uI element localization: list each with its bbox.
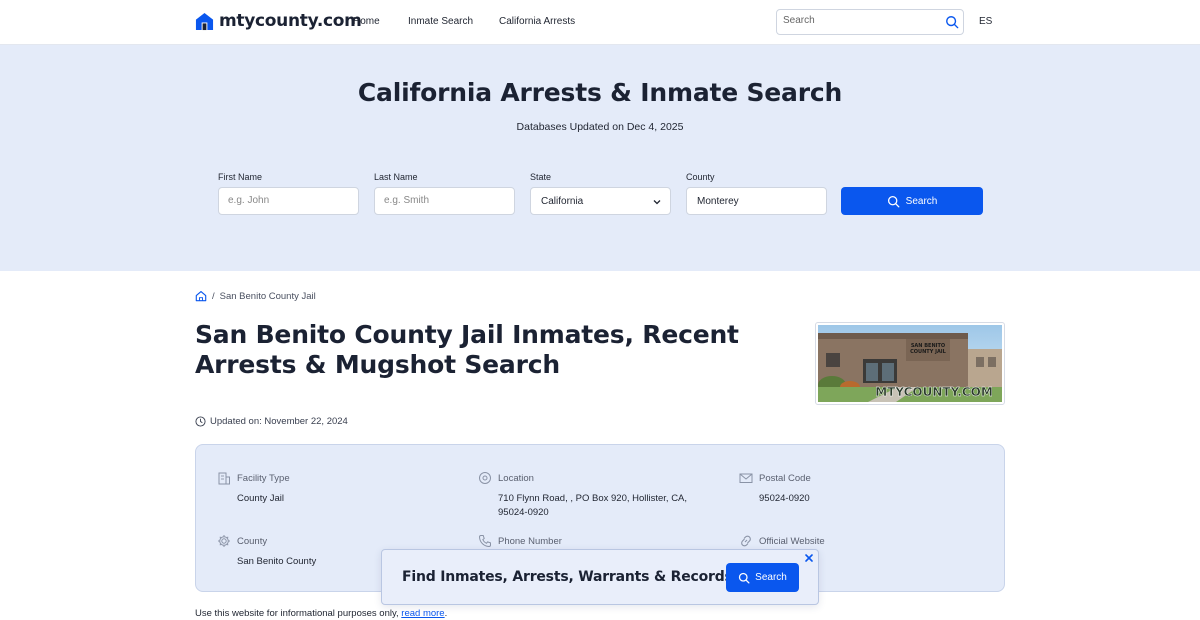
last-name-label: Last Name — [374, 172, 418, 182]
nav-home-link[interactable]: Home — [353, 16, 380, 27]
state-value: California — [541, 196, 584, 207]
disclaimer-end: . — [444, 608, 448, 619]
info-facility-type: Facility Type County Jail — [217, 471, 457, 511]
website-label: Official Website — [759, 536, 825, 547]
search-hero: California Arrests & Inmate Search Datab… — [0, 45, 1200, 271]
search-icon[interactable] — [945, 15, 959, 29]
map-pin-icon — [479, 472, 491, 484]
svg-text:COUNTY JAIL: COUNTY JAIL — [910, 349, 947, 355]
first-name-field — [218, 187, 359, 215]
photo-watermark: MTYCOUNTY.COM — [875, 385, 993, 399]
logo-text: mtycounty.com — [219, 11, 362, 31]
location-label: Location — [498, 473, 534, 484]
home-icon[interactable] — [195, 290, 207, 302]
jail-photo: SAN BENITO COUNTY JAIL MTYCOUNTY.COM — [815, 322, 1005, 405]
postal-code-value: 95024-0920 — [759, 493, 810, 504]
search-icon — [887, 195, 900, 207]
disclaimer: Use this website for informational purpo… — [195, 608, 447, 619]
chevron-down-icon — [653, 200, 661, 205]
first-name-label: First Name — [218, 172, 263, 182]
hero-title: California Arrests & Inmate Search — [357, 78, 843, 107]
gear-icon — [218, 535, 230, 547]
language-switch[interactable]: ES — [979, 16, 992, 27]
last-name-input[interactable] — [384, 195, 504, 206]
facility-type-value: County Jail — [237, 493, 284, 504]
link-icon — [741, 535, 751, 547]
county-info-value: San Benito County — [237, 556, 317, 567]
header-search-box — [776, 9, 964, 35]
postal-code-label: Postal Code — [759, 473, 811, 484]
search-promo-banner: Find Inmates, Arrests, Warrants & Record… — [381, 549, 819, 605]
info-location: Location 710 Flynn Road, , PO Box 920, H… — [478, 471, 718, 527]
page-title: San Benito County Jail Inmates, Recent A… — [195, 320, 739, 379]
updated-date: Updated on: November 22, 2024 — [195, 416, 348, 427]
envelope-icon — [739, 473, 753, 483]
banner-search-label: Search — [755, 572, 787, 583]
first-name-input[interactable] — [228, 195, 348, 206]
building-icon — [218, 472, 230, 485]
state-label: State — [530, 172, 552, 182]
site-logo[interactable]: mtycounty.com — [195, 11, 362, 31]
location-value: 710 Flynn Road, , PO Box 920, Hollister,… — [498, 493, 688, 518]
county-value: Monterey — [697, 196, 739, 207]
breadcrumb: / San Benito County Jail — [195, 290, 316, 302]
header-search-input[interactable] — [783, 15, 933, 26]
county-info-label: County — [237, 536, 268, 547]
info-postal-code: Postal Code 95024-0920 — [739, 471, 979, 511]
updated-text: Updated on: November 22, 2024 — [210, 416, 348, 427]
county-field[interactable]: Monterey — [686, 187, 827, 215]
jail-building-image: SAN BENITO COUNTY JAIL MTYCOUNTY.COM — [818, 325, 1002, 402]
facility-type-label: Facility Type — [237, 473, 290, 484]
hero-search-button-label: Search — [905, 195, 938, 207]
breadcrumb-current: San Benito County Jail — [219, 290, 316, 302]
state-select[interactable]: California — [530, 187, 671, 215]
nav-inmate-search-link[interactable]: Inmate Search — [408, 16, 473, 27]
banner-search-button[interactable]: Search — [726, 563, 799, 592]
disclaimer-text: Use this website for informational purpo… — [195, 608, 399, 619]
search-icon — [739, 572, 750, 584]
phone-label: Phone Number — [498, 536, 562, 547]
house-logo-icon — [195, 12, 214, 30]
clock-icon — [195, 416, 206, 427]
breadcrumb-separator: / — [212, 290, 215, 302]
phone-icon — [478, 535, 491, 548]
hero-search-button[interactable]: Search — [841, 187, 983, 215]
last-name-field — [374, 187, 515, 215]
close-icon[interactable] — [804, 553, 814, 563]
nav-california-arrests-link[interactable]: California Arrests — [499, 16, 575, 27]
banner-text: Find Inmates, Arrests, Warrants & Record… — [402, 569, 733, 585]
site-header: mtycounty.com Home Inmate Search Califor… — [0, 0, 1200, 45]
hero-subtitle: Databases Updated on Dec 4, 2025 — [516, 121, 684, 133]
county-label: County — [686, 172, 715, 182]
read-more-link[interactable]: read more — [401, 608, 444, 619]
